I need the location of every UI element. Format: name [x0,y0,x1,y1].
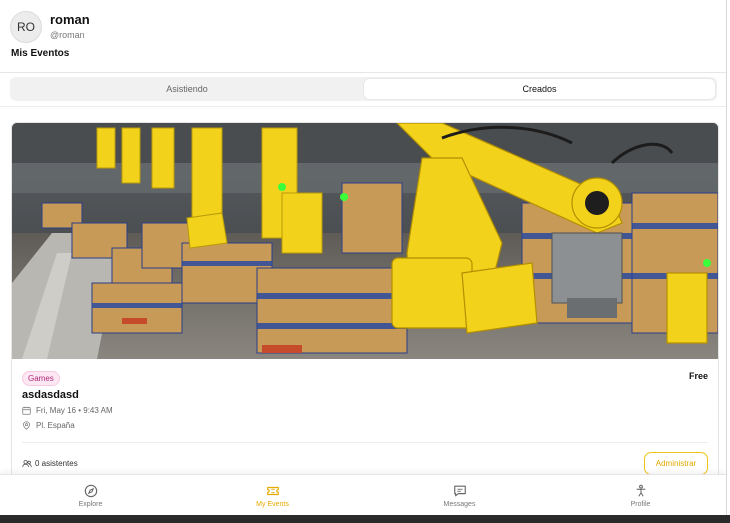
compass-icon [84,484,97,497]
users-icon [22,460,32,468]
event-image [12,123,718,359]
user-name: roman [50,12,90,27]
events-tabs: Asistiendo Creados [10,77,717,101]
event-date-row: Fri, May 16 • 9:43 AM [22,406,113,415]
event-location-row: Pl. España [22,421,75,430]
window-bottom-edge [0,515,730,523]
tab-creados[interactable]: Creados [364,79,715,99]
attendees-row: 0 asistentes [22,459,78,468]
attendees-count: 0 asistentes [35,459,78,468]
event-location: Pl. España [36,421,75,430]
nav-messages[interactable]: Messages [369,475,550,515]
bottom-navigation: Explore My Events Messages Profile [0,474,726,515]
nav-my-events[interactable]: My Events [182,475,363,515]
nav-explore[interactable]: Explore [0,475,181,515]
event-card[interactable]: Games Free asdasdasd Fri, May 16 • 9:43 … [11,122,719,494]
administrar-button[interactable]: Administrar [644,452,708,475]
event-price: Free [688,371,708,381]
user-handle: @roman [50,30,85,40]
category-badge: Games [22,371,60,386]
event-title[interactable]: asdasdasd [22,389,79,401]
event-date: Fri, May 16 • 9:43 AM [36,406,113,415]
nav-profile-label: Profile [630,500,651,508]
nav-explore-label: Explore [78,500,103,508]
app-window: RO roman @roman Mis Eventos Asistiendo C… [0,0,727,515]
profile-header: RO roman @roman Mis Eventos [0,0,726,73]
calendar-icon [22,406,31,415]
location-pin-icon [23,421,30,430]
card-divider [22,442,708,443]
nav-my-events-label: My Events [256,500,289,508]
person-icon [636,484,645,497]
message-icon [453,485,466,496]
tabs-divider [0,106,726,107]
page-title: Mis Eventos [11,48,70,59]
ticket-icon [266,486,279,495]
tab-asistiendo[interactable]: Asistiendo [12,79,362,99]
avatar[interactable]: RO [10,11,42,43]
nav-messages-label: Messages [443,500,476,508]
nav-profile[interactable]: Profile [550,475,726,515]
